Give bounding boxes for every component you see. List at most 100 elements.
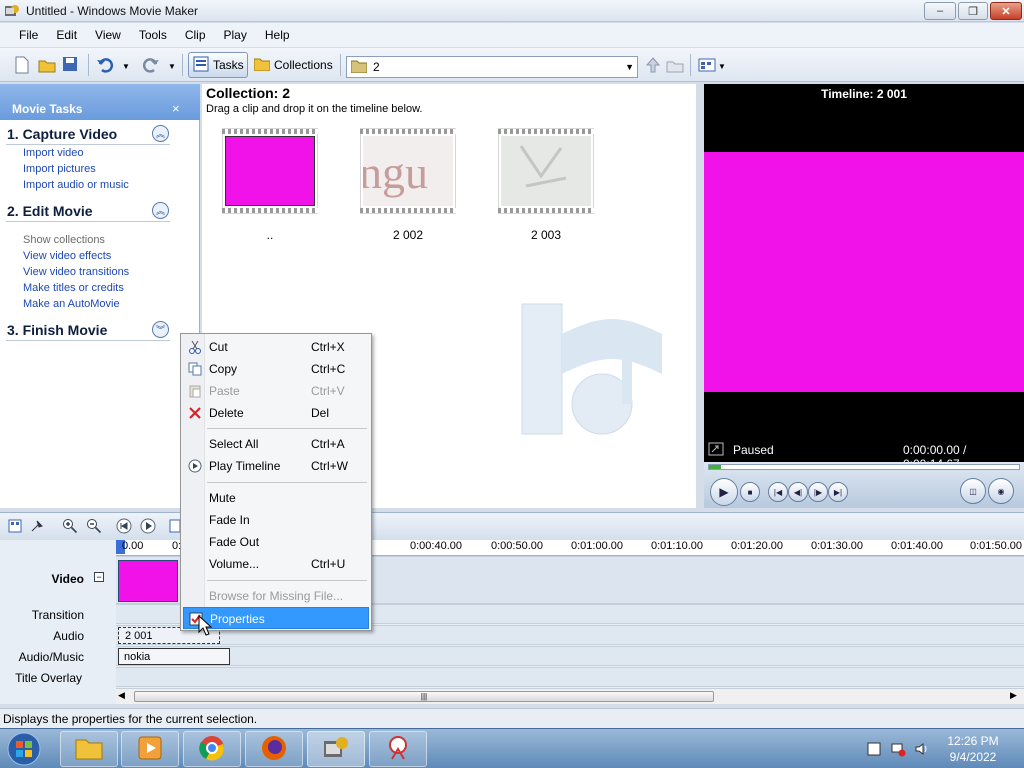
play-timeline-icon[interactable] (140, 518, 156, 537)
volume-icon[interactable] (914, 741, 930, 760)
menu-view[interactable]: View (86, 26, 130, 44)
zoom-in-icon[interactable] (62, 518, 78, 537)
zoom-out-icon[interactable] (86, 518, 102, 537)
new-project-icon[interactable] (14, 56, 32, 74)
collection-select[interactable]: 2 ▼ (346, 56, 638, 78)
scissors-icon (187, 339, 203, 355)
capture-video-section-header[interactable]: 1. Capture Video ︽ (6, 125, 170, 145)
menu-item-play-timeline[interactable]: Play Timeline Ctrl+W (183, 455, 369, 477)
storyboard-toggle-icon[interactable] (8, 519, 22, 536)
audio-music-track[interactable]: nokia (116, 646, 1024, 666)
expand-chevron-icon[interactable]: ︾ (152, 321, 169, 338)
delete-icon (187, 405, 203, 421)
new-collection-folder-icon[interactable] (666, 56, 684, 74)
rewind-timeline-icon[interactable] (116, 518, 132, 537)
menu-item-mute[interactable]: Mute (183, 487, 369, 509)
timeline-scrollbar[interactable]: ◀ ||| ▶ (116, 688, 1024, 704)
menu-play[interactable]: Play (215, 26, 256, 44)
music-clip[interactable]: nokia (118, 648, 230, 665)
save-icon[interactable] (62, 56, 80, 74)
chevron-down-icon[interactable]: ▼ (625, 62, 634, 72)
undo-dropdown-icon[interactable]: ▼ (122, 62, 130, 71)
rewind-button[interactable]: |◀ (768, 482, 788, 502)
taskbar-firefox[interactable] (245, 731, 303, 767)
menu-edit[interactable]: Edit (47, 26, 86, 44)
minimize-button[interactable]: ‒ (924, 2, 956, 20)
import-audio-link[interactable]: Import audio or music (23, 179, 129, 191)
next-frame-button[interactable]: |▶ (808, 482, 828, 502)
redo-icon[interactable] (142, 56, 160, 74)
taskbar-chrome[interactable] (183, 731, 241, 767)
title-overlay-track[interactable] (116, 667, 1024, 687)
copy-icon (187, 361, 203, 377)
scroll-left-icon[interactable]: ◀ (118, 690, 125, 701)
menu-item-shortcut: Ctrl+A (311, 437, 345, 451)
undo-icon[interactable] (96, 56, 114, 74)
maximize-button[interactable]: ❐ (958, 2, 988, 20)
previous-frame-button[interactable]: ◀| (788, 482, 808, 502)
close-pane-icon[interactable]: × (172, 101, 180, 116)
seek-bar[interactable] (708, 464, 1020, 470)
network-icon[interactable] (890, 741, 906, 760)
taskbar-explorer[interactable] (60, 731, 118, 767)
clip-thumbnail[interactable] (498, 128, 594, 214)
menu-item-select-all[interactable]: Select All Ctrl+A (183, 433, 369, 455)
menu-help[interactable]: Help (256, 26, 299, 44)
menu-item-delete[interactable]: Delete Del (183, 402, 369, 424)
collapse-chevron-icon[interactable]: ︽ (152, 125, 169, 142)
views-dropdown-icon[interactable]: ▼ (718, 62, 726, 71)
import-pictures-link[interactable]: Import pictures (23, 163, 96, 175)
forward-button[interactable]: ▶| (828, 482, 848, 502)
scroll-thumb[interactable]: ||| (134, 691, 714, 702)
menu-file[interactable]: File (10, 26, 47, 44)
take-picture-button[interactable]: ◉ (988, 478, 1014, 504)
menu-tools[interactable]: Tools (130, 26, 176, 44)
stop-button[interactable]: ■ (740, 482, 760, 502)
import-video-link[interactable]: Import video (23, 147, 84, 159)
view-video-transitions-link[interactable]: View video transitions (23, 266, 129, 278)
menu-item-browse-missing-file: Browse for Missing File... (183, 585, 369, 607)
movie-maker-icon (322, 735, 350, 764)
audio-levels-icon[interactable] (30, 519, 44, 536)
menu-item-fade-in[interactable]: Fade In (183, 509, 369, 531)
ruler-tick: 0:00:40.00 (410, 540, 462, 552)
clip-thumbnail[interactable]: ngu (360, 128, 456, 214)
view-video-effects-link[interactable]: View video effects (23, 250, 111, 262)
clock[interactable]: 12:26 PM 9/4/2022 (940, 733, 1006, 765)
up-one-level-icon[interactable] (644, 56, 662, 74)
split-clip-button[interactable]: ◫ (960, 478, 986, 504)
make-automovie-link[interactable]: Make an AutoMovie (23, 298, 120, 310)
menu-item-cut[interactable]: Cut Ctrl+X (183, 336, 369, 358)
close-button[interactable]: ✕ (990, 2, 1022, 20)
video-clip[interactable] (118, 560, 178, 602)
tasks-button[interactable]: Tasks (188, 52, 248, 78)
edit-movie-section-header[interactable]: 2. Edit Movie ︽ (6, 202, 170, 222)
collections-button[interactable]: Collections (252, 52, 336, 78)
scroll-right-icon[interactable]: ▶ (1010, 690, 1017, 701)
seek-thumb[interactable] (709, 465, 721, 469)
menu-item-fade-out[interactable]: Fade Out (183, 531, 369, 553)
clock-date: 9/4/2022 (949, 750, 997, 764)
collapse-track-icon[interactable]: − (94, 572, 104, 582)
menu-clip[interactable]: Clip (176, 26, 215, 44)
taskbar-movie-maker[interactable] (307, 731, 365, 767)
taskbar-snipping-tool[interactable] (369, 731, 427, 767)
open-project-icon[interactable] (38, 56, 56, 74)
collapse-chevron-icon[interactable]: ︽ (152, 202, 169, 219)
menu-item-shortcut: Ctrl+U (311, 557, 346, 571)
menu-item-label: Copy (209, 362, 238, 376)
finish-movie-section-header[interactable]: 3. Finish Movie ︾ (6, 321, 170, 341)
menu-item-copy[interactable]: Copy Ctrl+C (183, 358, 369, 380)
clip-thumbnail[interactable] (222, 128, 318, 214)
ruler-tick: 0.00 (122, 540, 144, 552)
redo-dropdown-icon[interactable]: ▼ (168, 62, 176, 71)
menu-item-volume[interactable]: Volume... Ctrl+U (183, 553, 369, 575)
make-titles-link[interactable]: Make titles or credits (23, 282, 124, 294)
play-button[interactable]: ▶ (710, 478, 738, 506)
views-icon[interactable] (698, 56, 716, 74)
start-button[interactable] (4, 730, 44, 768)
fullscreen-icon[interactable] (708, 442, 724, 459)
action-center-icon[interactable] (866, 741, 882, 760)
menu-item-shortcut: Del (311, 406, 330, 420)
taskbar-media-player[interactable] (121, 731, 179, 767)
